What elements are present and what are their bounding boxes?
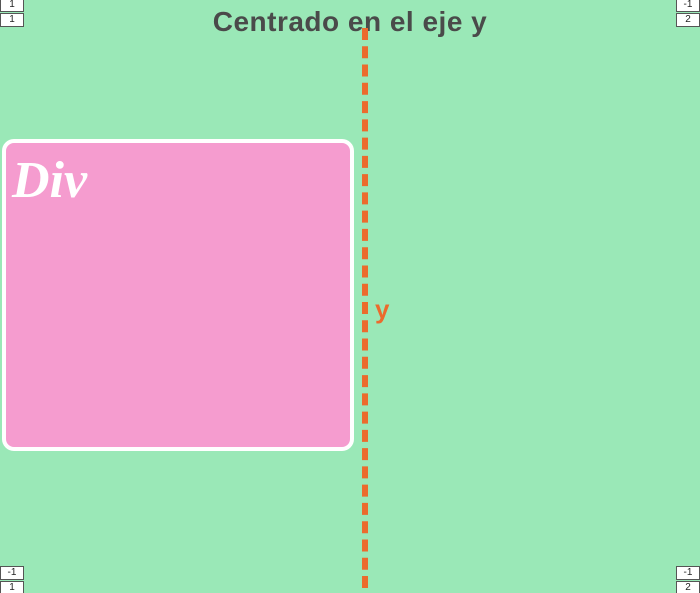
corner-tab-tl-b: 1	[0, 13, 24, 27]
diagram-title: Centrado en el eje y	[0, 6, 700, 38]
corner-tab-bl-b: 1	[0, 581, 24, 593]
y-axis-line	[362, 28, 368, 588]
corner-tab-tl-a: 1	[0, 0, 24, 12]
div-box-label: Div	[6, 143, 350, 218]
corner-tab-br-a: -1	[676, 566, 700, 580]
corner-tab-br-b: 2	[676, 581, 700, 593]
corner-tab-bl-a: -1	[0, 566, 24, 580]
y-axis-label: y	[375, 294, 389, 325]
example-div-box: Div	[2, 139, 354, 451]
corner-tab-tr-a: -1	[676, 0, 700, 12]
corner-tab-tr-b: 2	[676, 13, 700, 27]
